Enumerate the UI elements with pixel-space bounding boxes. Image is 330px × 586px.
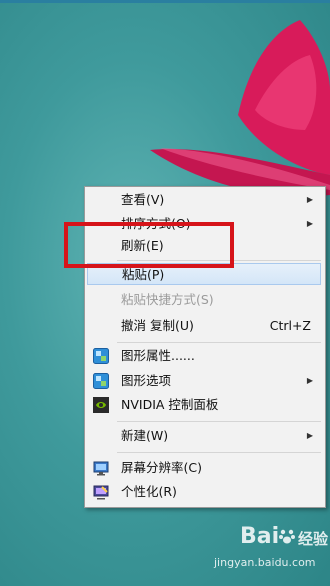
menu-item-graphics-properties[interactable]: 图形属性......: [87, 345, 321, 367]
baidu-jingyan-watermark: Bai 经验 jingyan.baidu.com: [200, 524, 328, 584]
submenu-arrow-icon: ▶: [306, 376, 313, 385]
personalize-icon: [93, 485, 109, 500]
menu-item-new[interactable]: 新建(W) ▶: [87, 425, 321, 447]
menu-item-undo-copy[interactable]: 撤消 复制(U) Ctrl+Z: [87, 315, 321, 337]
paw-icon: [279, 529, 295, 544]
submenu-arrow-icon: ▶: [306, 195, 313, 204]
menu-item-label: 图形属性......: [121, 348, 195, 363]
menu-item-label: 新建(W): [121, 428, 169, 443]
nvidia-icon: [93, 397, 109, 413]
menu-item-label: 粘贴快捷方式(S): [121, 292, 214, 307]
menu-item-nvidia-control-panel[interactable]: NVIDIA 控制面板: [87, 394, 321, 416]
menu-separator: [117, 342, 321, 343]
menu-item-label: 个性化(R): [121, 484, 177, 499]
menu-item-view[interactable]: 查看(V) ▶: [87, 189, 321, 211]
watermark-brand-suffix: 经验: [298, 530, 329, 548]
menu-item-label: 图形选项: [121, 373, 172, 388]
menu-separator: [117, 452, 321, 453]
red-highlight-annotation: [64, 222, 234, 268]
watermark-brand-text: Bai: [240, 524, 280, 549]
menu-item-paste-shortcut[interactable]: 粘贴快捷方式(S): [87, 289, 321, 311]
menu-item-label: 屏幕分辨率(C): [121, 460, 202, 475]
menu-item-label: 查看(V): [121, 192, 165, 207]
graphics-icon: [93, 348, 109, 364]
menu-item-label: 撤消 复制(U): [121, 318, 194, 333]
menu-item-shortcut: Ctrl+Z: [269, 318, 311, 333]
menu-item-label: NVIDIA 控制面板: [121, 397, 219, 412]
monitor-icon: [93, 461, 109, 476]
menu-item-personalize[interactable]: 个性化(R): [87, 481, 321, 503]
menu-separator: [117, 421, 321, 422]
menu-item-screen-resolution[interactable]: 屏幕分辨率(C): [87, 457, 321, 479]
menu-item-graphics-options[interactable]: 图形选项 ▶: [87, 370, 321, 392]
submenu-arrow-icon: ▶: [306, 219, 313, 228]
graphics-icon: [93, 373, 109, 389]
submenu-arrow-icon: ▶: [306, 431, 313, 440]
watermark-url: jingyan.baidu.com: [214, 556, 316, 569]
